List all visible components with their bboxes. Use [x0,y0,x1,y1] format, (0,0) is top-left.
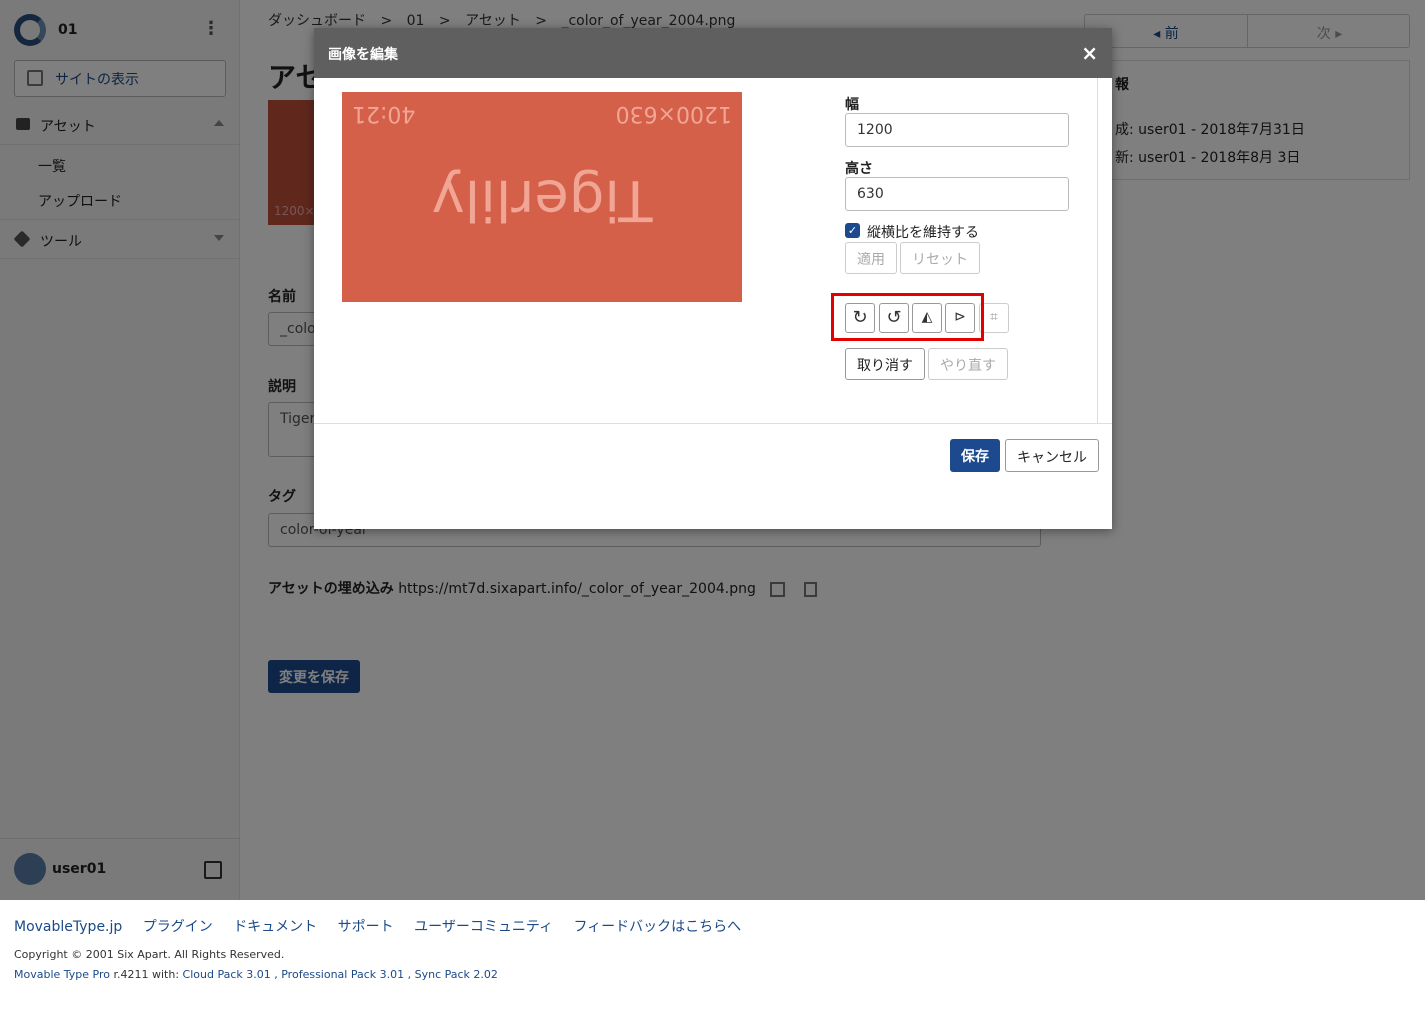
width-label: 幅 [845,97,859,113]
footer-link-plugins[interactable]: プラグイン [143,919,213,935]
highlight-box [831,293,984,341]
keep-ratio-label[interactable]: 縦横比を維持する [867,222,979,242]
undo-button[interactable]: 取り消す [845,348,925,380]
footer-link-docs[interactable]: ドキュメント [233,919,317,935]
preview-size-text: 1200×630 [615,101,732,126]
apply-button[interactable]: 適用 [845,242,897,274]
footer-link-feedback[interactable]: フィードバックはこちらへ [573,919,741,935]
version-info: Movable Type Pro r.4211 with: Cloud Pack… [14,968,498,981]
version-packs[interactable]: Cloud Pack 3.01 , Professional Pack 3.01… [183,968,498,981]
close-icon[interactable]: × [1081,41,1098,65]
footer-link-community[interactable]: ユーザーコミュニティ [414,919,553,935]
copyright: Copyright © 2001 Six Apart. All Rights R… [14,948,285,961]
preview-name-text: Tigerlily [431,167,653,232]
edit-image-modal: 画像を編集 × 1200×630 40:21 Tigerlily 幅 1200 … [314,28,1112,529]
preview-ratio-text: 40:21 [352,101,416,126]
modal-scrollbar[interactable] [1097,78,1098,423]
modal-header: 画像を編集 × [314,28,1112,78]
footer-link-movabletype[interactable]: MovableType.jp [14,919,122,935]
redo-button[interactable]: やり直す [928,348,1008,380]
image-preview[interactable]: 1200×630 40:21 Tigerlily [342,92,742,302]
preview-content: 1200×630 40:21 Tigerlily [342,92,742,302]
footer-links: MovableType.jp プラグイン ドキュメント サポート ユーザーコミュ… [14,916,757,936]
modal-title: 画像を編集 [328,47,398,63]
height-input[interactable]: 630 [845,177,1069,211]
reset-button[interactable]: リセット [900,242,980,274]
version-text: r.4211 with: [110,968,183,981]
height-label: 高さ [845,161,873,177]
width-input[interactable]: 1200 [845,113,1069,147]
footer-link-support[interactable]: サポート [338,919,394,935]
keep-ratio-checkbox[interactable]: ✓ [845,223,860,238]
version-product[interactable]: Movable Type Pro [14,968,110,981]
modal-divider [314,423,1112,424]
cancel-button[interactable]: キャンセル [1005,439,1099,472]
save-button[interactable]: 保存 [950,439,1000,472]
footer: MovableType.jp プラグイン ドキュメント サポート ユーザーコミュ… [0,900,1425,1017]
